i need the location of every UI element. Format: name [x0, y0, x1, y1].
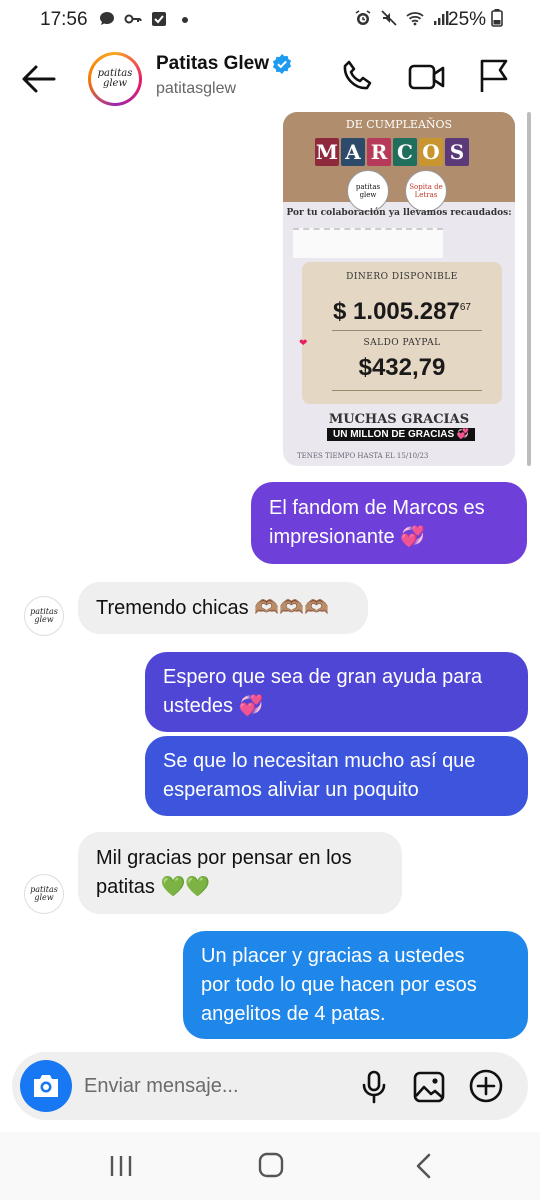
- phone-icon[interactable]: [340, 58, 376, 94]
- image-logo-sopita: Sopita de Letras: [405, 170, 447, 212]
- status-bar: 17:56 25%: [0, 0, 540, 40]
- message-sent[interactable]: Se que lo necesitan mucho así que espera…: [145, 736, 528, 816]
- battery-level: 25%: [448, 9, 504, 31]
- recent-apps-icon[interactable]: [108, 1154, 134, 1178]
- message-line: Tremendo chicas 🫶🏽🫶🏽🫶🏽: [96, 596, 329, 619]
- card-label-paypal: SALDO PAYPAL: [363, 338, 441, 348]
- system-icons: [354, 9, 450, 27]
- image-logo1-text: patitas glew: [355, 183, 381, 199]
- name-letter: C: [393, 138, 417, 166]
- message-line: por todo lo que hacen por esos: [201, 973, 477, 996]
- card-divider: [332, 390, 482, 391]
- wifi-icon: [406, 12, 424, 26]
- card-amount-dinero: $ 1.005.28767: [302, 298, 502, 326]
- battery-percent: 25%: [448, 9, 487, 30]
- name-letter: S: [445, 138, 469, 166]
- system-nav-bar: [0, 1132, 540, 1200]
- avatar-logo-text: patitas glew: [30, 607, 58, 624]
- mute-icon: [381, 10, 397, 26]
- home-icon[interactable]: [258, 1152, 284, 1178]
- gallery-icon[interactable]: [412, 1070, 446, 1104]
- message-line: Se que lo necesitan mucho así que: [163, 750, 476, 772]
- message-received[interactable]: Tremendo chicas 🫶🏽🫶🏽🫶🏽: [78, 582, 368, 634]
- camera-button[interactable]: [20, 1060, 72, 1112]
- back-icon[interactable]: [412, 1152, 436, 1180]
- back-arrow-icon[interactable]: [20, 60, 58, 98]
- message-received[interactable]: Mil gracias por pensar en los patitas 💚💚: [78, 832, 402, 914]
- name-letter: R: [367, 138, 391, 166]
- microphone-icon[interactable]: [358, 1070, 390, 1104]
- contact-handle: patitasglew: [156, 80, 237, 97]
- message-sent[interactable]: Espero que sea de gran ayuda para ustede…: [145, 652, 528, 732]
- chat-thread[interactable]: DE CUMPLEAÑOS M A R C O S patitas glew S…: [0, 112, 540, 1042]
- contact-avatar-small[interactable]: patitas glew: [24, 596, 64, 636]
- message-line: patitas 💚💚: [96, 876, 211, 898]
- message-line: angelitos de 4 patas.: [201, 1002, 386, 1025]
- message-line: Mil gracias por pensar en los: [96, 847, 352, 869]
- message-sent[interactable]: El fandom de Marcos es impresionante 💞: [251, 482, 527, 564]
- alarm-icon: [355, 10, 371, 25]
- image-muchas-gracias: MUCHAS GRACIAS: [328, 412, 470, 427]
- task-check-icon: [152, 12, 166, 26]
- contact-avatar-small[interactable]: patitas glew: [24, 874, 64, 914]
- card-label-dinero: DINERO DISPONIBLE: [346, 272, 458, 282]
- shared-image[interactable]: DE CUMPLEAÑOS M A R C O S patitas glew S…: [283, 112, 515, 466]
- chat-header: patitas glew Patitas Glew patitasglew: [0, 40, 540, 118]
- message-line: El fandom de Marcos es: [269, 497, 485, 519]
- amount-cents: 67: [459, 302, 471, 313]
- image-deadline-text: TENES TIEMPO HASTA EL 15/10/23: [297, 452, 429, 460]
- image-millon-gracias: UN MILLON DE GRACIAS 💞: [327, 428, 476, 441]
- message-line: ustedes 💞: [163, 695, 264, 717]
- image-colab-text: Por tu colaboración ya llevamos recaudad…: [286, 208, 512, 218]
- heart-icon: ❤: [299, 338, 308, 349]
- key-icon: [124, 14, 142, 24]
- message-line: impresionante 💞: [269, 526, 426, 548]
- image-heading: DE CUMPLEAÑOS: [345, 118, 453, 131]
- name-letter: O: [419, 138, 443, 166]
- message-sent[interactable]: Un placer y gracias a ustedes por todo l…: [183, 931, 528, 1039]
- contact-name[interactable]: Patitas Glew: [156, 53, 269, 75]
- message-line: Un placer y gracias a ustedes: [201, 944, 465, 967]
- name-letter: A: [341, 138, 365, 166]
- image-amount-card: DINERO DISPONIBLE $ 1.005.28767 SALDO PA…: [302, 262, 502, 404]
- amount-main: $ 1.005.287: [333, 298, 460, 325]
- battery-icon: [491, 9, 504, 27]
- card-amount-paypal: $432,79: [358, 354, 446, 381]
- message-composer: [12, 1052, 528, 1120]
- notification-icons: [98, 10, 194, 28]
- image-paper-decoration: [293, 228, 443, 258]
- status-time: 17:56: [40, 9, 88, 30]
- dot-icon: [182, 17, 188, 23]
- card-divider: [332, 330, 482, 331]
- chat-scrollbar[interactable]: [527, 112, 531, 466]
- video-icon[interactable]: [408, 60, 446, 94]
- image-logo2-text: Sopita de Letras: [409, 183, 443, 199]
- camera-icon: [34, 1075, 58, 1097]
- image-name-letters: M A R C O S: [315, 138, 469, 168]
- verified-badge-icon: [272, 54, 292, 74]
- image-logo-patitas: patitas glew: [347, 170, 389, 212]
- avatar-logo-text: patitas glew: [97, 68, 133, 89]
- avatar-logo-text: patitas glew: [30, 885, 58, 902]
- message-line: Espero que sea de gran ayuda para: [163, 666, 483, 688]
- name-letter: M: [315, 138, 339, 166]
- chat-notification-icon: [100, 12, 114, 25]
- flag-icon[interactable]: [478, 58, 510, 94]
- message-line: esperamos aliviar un poquito: [163, 779, 419, 801]
- message-input[interactable]: [84, 1070, 344, 1102]
- contact-avatar[interactable]: patitas glew: [88, 52, 142, 106]
- plus-circle-icon[interactable]: [468, 1068, 504, 1104]
